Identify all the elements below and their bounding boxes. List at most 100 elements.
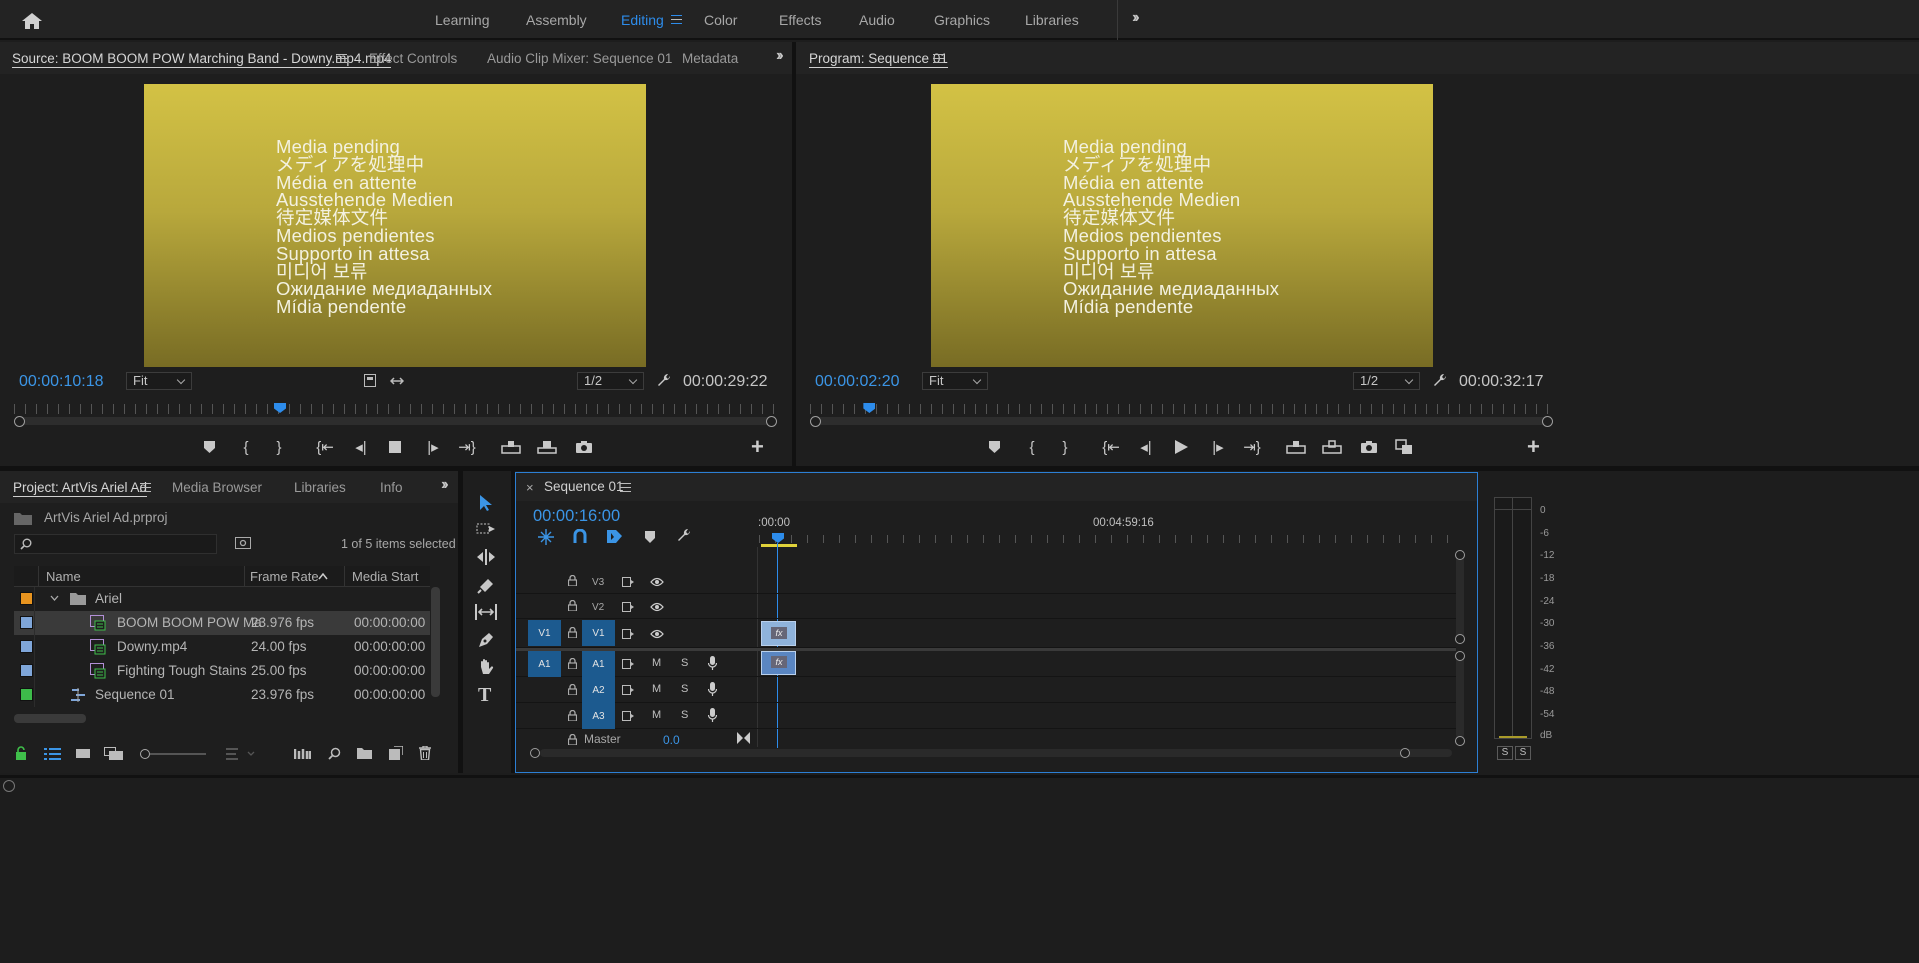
track-lock-icon[interactable]	[568, 600, 577, 611]
razor-tool-icon[interactable]	[477, 576, 495, 594]
microphone-icon[interactable]	[708, 708, 717, 723]
new-item-icon[interactable]	[389, 746, 403, 760]
program-resolution-dropdown[interactable]: 1/2	[1353, 372, 1420, 390]
wrench-icon[interactable]	[656, 373, 672, 389]
track-target-a3[interactable]: A3	[582, 703, 615, 729]
mark-out-icon[interactable]: }	[1053, 436, 1077, 458]
track-lock-icon[interactable]	[568, 627, 577, 638]
eye-icon[interactable]	[650, 629, 664, 639]
zoom-slider[interactable]	[150, 753, 206, 755]
track-select-tool-icon[interactable]	[476, 521, 496, 537]
more-tabs-icon[interactable]: ››	[441, 476, 448, 494]
lock-icon[interactable]	[16, 746, 26, 760]
work-area-bar[interactable]	[761, 544, 797, 547]
chevron-down-icon[interactable]	[50, 595, 59, 601]
label-color-swatch[interactable]	[20, 592, 33, 605]
audio-tracks-scrollbar[interactable]	[1456, 655, 1464, 739]
track-label[interactable]: V3	[592, 577, 604, 588]
tab-program[interactable]: Program: Sequence 01	[809, 42, 948, 74]
solo-button[interactable]: S	[681, 709, 688, 721]
timeline-zoom-handle-left[interactable]	[530, 748, 540, 758]
track-lock-icon[interactable]	[568, 575, 577, 586]
video-scroll-handle-top[interactable]	[1455, 550, 1465, 560]
track-target-a2[interactable]: A2	[582, 677, 615, 703]
source-button-editor-icon[interactable]: +	[751, 434, 764, 460]
tab-audio-clip-mixer[interactable]: Audio Clip Mixer: Sequence 01	[487, 42, 672, 74]
eye-icon[interactable]	[650, 577, 664, 587]
timeline-zoom-bar[interactable]	[540, 749, 1452, 757]
add-marker-icon[interactable]	[204, 441, 215, 453]
go-to-out-icon[interactable]: ⇥}	[455, 436, 479, 458]
track-lock-icon[interactable]	[568, 658, 577, 669]
audio-scroll-handle-bottom[interactable]	[1455, 736, 1465, 746]
program-zoom-handle-right[interactable]	[1542, 416, 1553, 427]
column-header-frame-rate[interactable]: Frame Rate	[250, 569, 319, 589]
source-zoom-bar[interactable]	[20, 417, 772, 425]
source-time-ruler[interactable]	[14, 404, 774, 414]
play-icon[interactable]	[1175, 440, 1188, 454]
new-search-bin-icon[interactable]	[235, 537, 251, 549]
icon-view-icon[interactable]	[76, 748, 90, 760]
tab-sequence[interactable]: Sequence 01	[544, 479, 624, 494]
list-item[interactable]: BOOM BOOM POW Ma 23.976 fps 00:00:00:00	[14, 611, 430, 635]
sync-lock-icon[interactable]	[622, 659, 635, 669]
solo-button[interactable]: S	[681, 683, 688, 695]
tab-effect-controls[interactable]: Effect Controls	[369, 42, 457, 74]
project-panel-menu-icon[interactable]	[140, 483, 151, 492]
add-marker-icon[interactable]	[989, 441, 1000, 453]
source-patch-a1[interactable]: A1	[528, 651, 561, 677]
track-lock-icon[interactable]	[568, 684, 577, 695]
sync-lock-icon[interactable]	[622, 577, 635, 587]
solo-button[interactable]: S	[681, 657, 688, 669]
workspace-learning[interactable]: Learning	[435, 0, 490, 40]
source-zoom-handle-left[interactable]	[14, 416, 25, 427]
track-label[interactable]: V2	[592, 602, 604, 613]
ripple-edit-tool-icon[interactable]	[476, 549, 496, 565]
sort-ascending-icon[interactable]	[318, 573, 328, 580]
timeline-time-ruler[interactable]	[759, 535, 1453, 543]
track-lock-icon[interactable]	[568, 734, 577, 745]
source-timecode[interactable]: 00:00:10:18	[19, 373, 104, 391]
microphone-icon[interactable]	[708, 656, 717, 671]
pen-tool-icon[interactable]	[477, 631, 495, 649]
export-frame-icon[interactable]	[576, 441, 592, 453]
workspace-color[interactable]: Color	[704, 0, 737, 40]
program-fit-dropdown[interactable]: Fit	[922, 372, 988, 390]
source-panel-menu-icon[interactable]	[336, 54, 347, 63]
workspace-libraries[interactable]: Libraries	[1025, 0, 1079, 40]
extract-icon[interactable]	[1322, 440, 1342, 454]
close-icon[interactable]: ×	[526, 480, 534, 495]
master-volume-value[interactable]: 0.0	[663, 733, 680, 747]
step-back-icon[interactable]: ◂|	[349, 436, 373, 458]
source-video-frame[interactable]: Media pending メディアを処理中 Média en attente Aus…	[144, 84, 646, 367]
nest-icon[interactable]	[538, 529, 554, 545]
source-resolution-dropdown[interactable]: 1/2	[577, 372, 644, 390]
selection-tool-icon[interactable]	[478, 494, 494, 512]
workspace-assembly[interactable]: Assembly	[526, 0, 587, 40]
audio-clip[interactable]: fx	[761, 651, 796, 675]
source-patch-v1[interactable]: V1	[528, 620, 561, 646]
safe-margins-icon[interactable]	[364, 374, 376, 387]
program-zoom-bar[interactable]	[816, 417, 1548, 425]
source-fit-dropdown[interactable]: Fit	[126, 372, 192, 390]
audio-scroll-handle-top[interactable]	[1455, 651, 1465, 661]
home-icon[interactable]	[20, 12, 44, 30]
mute-button[interactable]: M	[652, 657, 661, 669]
insert-icon[interactable]	[501, 440, 521, 454]
sync-lock-icon[interactable]	[622, 602, 635, 612]
hand-tool-icon[interactable]	[477, 658, 495, 676]
go-to-in-icon[interactable]: {⇤	[1099, 436, 1123, 458]
program-panel-menu-icon[interactable]	[933, 54, 944, 63]
more-workspaces-icon[interactable]: ››	[1132, 9, 1139, 27]
go-to-in-icon[interactable]: {⇤	[313, 436, 337, 458]
microphone-icon[interactable]	[708, 682, 717, 697]
project-horizontal-scrollbar[interactable]	[14, 714, 86, 723]
video-tracks-scrollbar[interactable]	[1456, 553, 1464, 641]
program-video-frame[interactable]: Media pending メディアを処理中 Média en attente Aus…	[931, 84, 1433, 367]
tab-info[interactable]: Info	[380, 471, 403, 503]
slip-tool-icon[interactable]	[475, 604, 497, 620]
sync-lock-icon[interactable]	[622, 685, 635, 695]
tab-media-browser[interactable]: Media Browser	[172, 471, 262, 503]
list-item[interactable]: Downy.mp4 24.00 fps 00:00:00:00	[14, 635, 430, 659]
zoom-slider-handle[interactable]	[140, 749, 150, 759]
